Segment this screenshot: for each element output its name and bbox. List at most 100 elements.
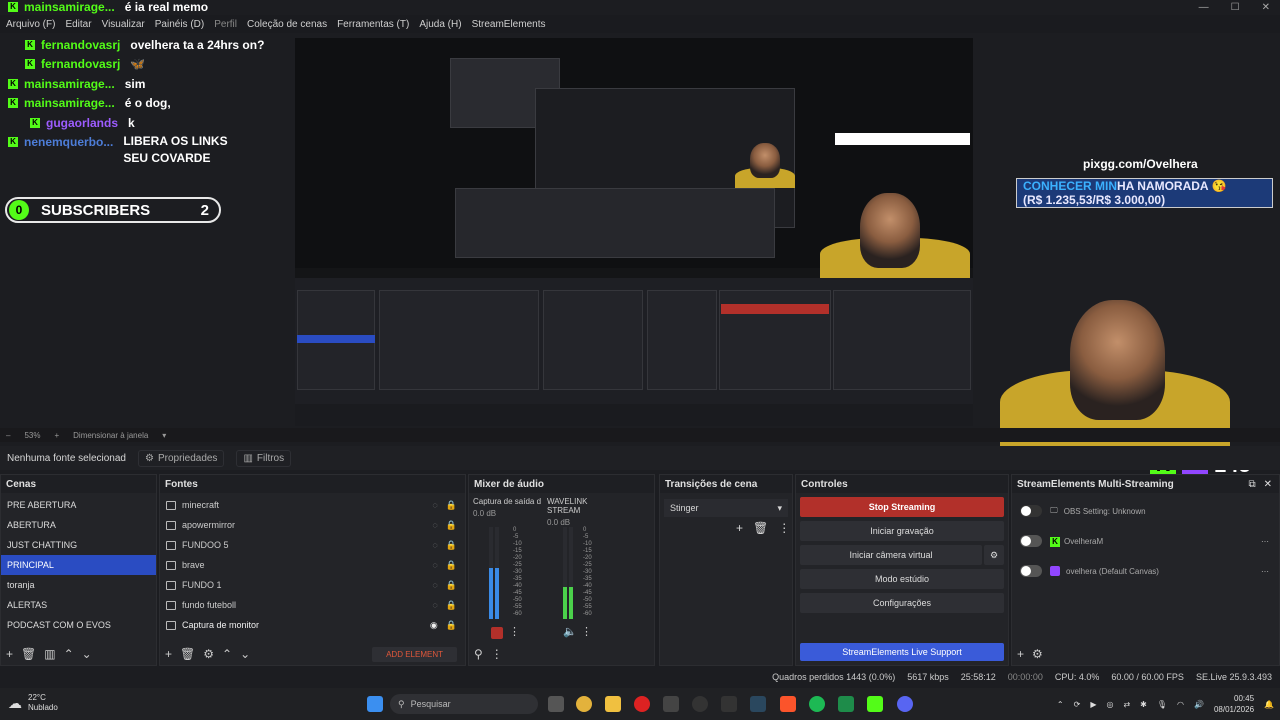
target-toggle[interactable] — [1020, 565, 1042, 577]
source-item[interactable]: apowermirror ◌ 🔒 — [160, 515, 465, 535]
eye-hidden-icon[interactable]: ◌ — [432, 540, 437, 550]
chevron-up-icon[interactable]: ⌃ — [1057, 700, 1064, 709]
lock-icon[interactable]: 🔒 — [446, 560, 457, 571]
eye-hidden-icon[interactable]: ◌ — [432, 560, 437, 570]
opera-icon[interactable] — [634, 696, 650, 712]
chevron-down-icon[interactable]: ⌄ — [82, 647, 92, 661]
lock-icon[interactable]: 🔒 — [446, 540, 457, 551]
zoom-in-icon[interactable]: + — [54, 431, 59, 440]
obs-icon[interactable] — [692, 696, 708, 712]
close-icon[interactable]: ✕ — [1262, 2, 1270, 13]
more-options-icon[interactable]: ⋮ — [491, 647, 503, 661]
app-icon[interactable] — [721, 696, 737, 712]
trash-icon[interactable]: 🗑 — [753, 521, 768, 535]
eye-icon[interactable]: ◉ — [430, 620, 438, 631]
volume-icon[interactable]: 🔊 — [1194, 700, 1204, 709]
preview-canvas[interactable] — [295, 38, 973, 426]
close-icon[interactable]: ✕ — [1264, 479, 1272, 490]
source-item[interactable]: fundo futeboll ◌ 🔒 — [160, 595, 465, 615]
taskbar-search[interactable]: ⚲ Pesquisar — [390, 694, 538, 714]
menu-item-help[interactable]: Ajuda (H) — [419, 19, 461, 30]
more-options-icon[interactable]: ⋮ — [581, 625, 592, 638]
weather-widget[interactable]: ☁ 22°C Nublado — [8, 693, 58, 713]
scene-item[interactable]: ALERTAS — [1, 595, 156, 615]
add-source-icon[interactable]: + — [165, 647, 172, 661]
steam-icon[interactable] — [750, 696, 766, 712]
properties-button[interactable]: ⚙ Propriedades — [137, 449, 225, 467]
fit-window-option[interactable]: Dimensionar à janela — [73, 431, 148, 440]
popout-icon[interactable]: ⧉ — [1248, 479, 1255, 490]
wifi-icon[interactable]: ◠ — [1177, 700, 1184, 709]
trash-icon[interactable]: 🗑 — [21, 647, 36, 661]
discord-icon[interactable] — [897, 696, 913, 712]
play-icon[interactable]: ▶ — [1090, 700, 1096, 709]
add-scene-icon[interactable]: + — [6, 647, 13, 661]
microphone-icon[interactable]: 🎙 — [1157, 700, 1167, 709]
filter-icon[interactable]: ▥ — [44, 647, 55, 661]
more-options-icon[interactable]: ⋯ — [1261, 537, 1269, 546]
task-view-icon[interactable] — [548, 696, 564, 712]
scene-item[interactable]: PRE ABERTURA — [1, 495, 156, 515]
start-recording-button[interactable]: Iniciar gravação — [800, 521, 1004, 541]
network-icon[interactable]: ⇄ — [1123, 700, 1130, 709]
chrome-icon[interactable] — [576, 696, 592, 712]
app-icon[interactable] — [663, 696, 679, 712]
filters-button[interactable]: ▥ Filtros — [236, 449, 292, 467]
lock-icon[interactable]: 🔒 — [446, 520, 457, 531]
bluetooth-icon[interactable]: ✱ — [1140, 700, 1147, 709]
spotify-icon[interactable] — [809, 696, 825, 712]
live-support-button[interactable]: StreamElements Live Support — [800, 643, 1004, 661]
file-explorer-icon[interactable] — [605, 696, 621, 712]
eye-hidden-icon[interactable]: ◌ — [432, 520, 437, 530]
chevron-up-icon[interactable]: ⌃ — [64, 647, 74, 661]
gear-icon[interactable]: ⚙ — [1032, 647, 1043, 661]
menu-item-tools[interactable]: Ferramentas (T) — [337, 19, 409, 30]
gear-icon[interactable]: ⚙ — [984, 545, 1004, 565]
studio-mode-button[interactable]: Modo estúdio — [800, 569, 1004, 589]
sync-icon[interactable]: ⟳ — [1074, 700, 1081, 709]
eye-hidden-icon[interactable]: ◌ — [432, 600, 437, 610]
zoom-out-icon[interactable]: – — [6, 431, 10, 440]
gear-icon[interactable]: ⚙ — [203, 647, 214, 661]
more-options-icon[interactable]: ⋯ — [1261, 567, 1269, 576]
source-item[interactable]: minecraft ◌ 🔒 — [160, 495, 465, 515]
app-tray-icon[interactable]: ◎ — [1106, 700, 1113, 709]
mute-icon[interactable] — [491, 627, 503, 639]
lock-icon[interactable]: 🔒 — [446, 620, 457, 631]
brave-icon[interactable] — [780, 696, 796, 712]
link-icon[interactable]: ⚲ — [474, 647, 483, 661]
source-item[interactable]: brave ◌ 🔒 — [160, 555, 465, 575]
chevron-down-icon[interactable]: ⌄ — [240, 647, 250, 661]
chevron-down-icon[interactable]: ▾ — [162, 431, 166, 440]
scene-item[interactable]: PODCAST COM O EVOS — [1, 615, 156, 635]
source-item[interactable]: Captura de monitor ◉ 🔒 — [160, 615, 465, 635]
scene-item-selected[interactable]: PRINCIPAL — [1, 555, 156, 575]
eye-hidden-icon[interactable]: ◌ — [432, 580, 437, 590]
settings-button[interactable]: Configurações — [800, 593, 1004, 613]
windows-start-icon[interactable] — [367, 696, 383, 712]
target-toggle[interactable] — [1020, 535, 1042, 547]
scene-item[interactable]: JUST CHATTING — [1, 535, 156, 555]
scene-item[interactable]: ABERTURA — [1, 515, 156, 535]
lock-icon[interactable]: 🔒 — [446, 500, 457, 511]
maximize-icon[interactable]: ☐ — [1231, 2, 1240, 13]
kick-app-icon[interactable] — [867, 696, 883, 712]
clock[interactable]: 00:45 08/01/2026 — [1214, 693, 1254, 715]
add-element-button[interactable]: ADD ELEMENT — [372, 646, 457, 662]
speaker-icon[interactable]: 🔈 — [563, 625, 577, 638]
notification-bell-icon[interactable]: 🔔 — [1264, 700, 1274, 709]
lock-icon[interactable]: 🔒 — [446, 580, 457, 591]
scene-item[interactable]: toranja — [1, 575, 156, 595]
trash-icon[interactable]: 🗑 — [180, 647, 195, 661]
transition-select[interactable]: Stinger ▾ — [664, 499, 788, 517]
target-toggle[interactable] — [1020, 505, 1042, 517]
source-item[interactable]: FUNDO 1 ◌ 🔒 — [160, 575, 465, 595]
add-transition-icon[interactable]: + — [736, 521, 743, 535]
add-target-icon[interactable]: + — [1017, 647, 1024, 661]
lock-icon[interactable]: 🔒 — [446, 600, 457, 611]
chevron-up-icon[interactable]: ⌃ — [222, 647, 232, 661]
minimize-icon[interactable]: — — [1199, 2, 1209, 13]
more-options-icon[interactable]: ⋮ — [778, 521, 790, 535]
eye-hidden-icon[interactable]: ◌ — [432, 500, 437, 510]
source-item[interactable]: FUNDOO 5 ◌ 🔒 — [160, 535, 465, 555]
